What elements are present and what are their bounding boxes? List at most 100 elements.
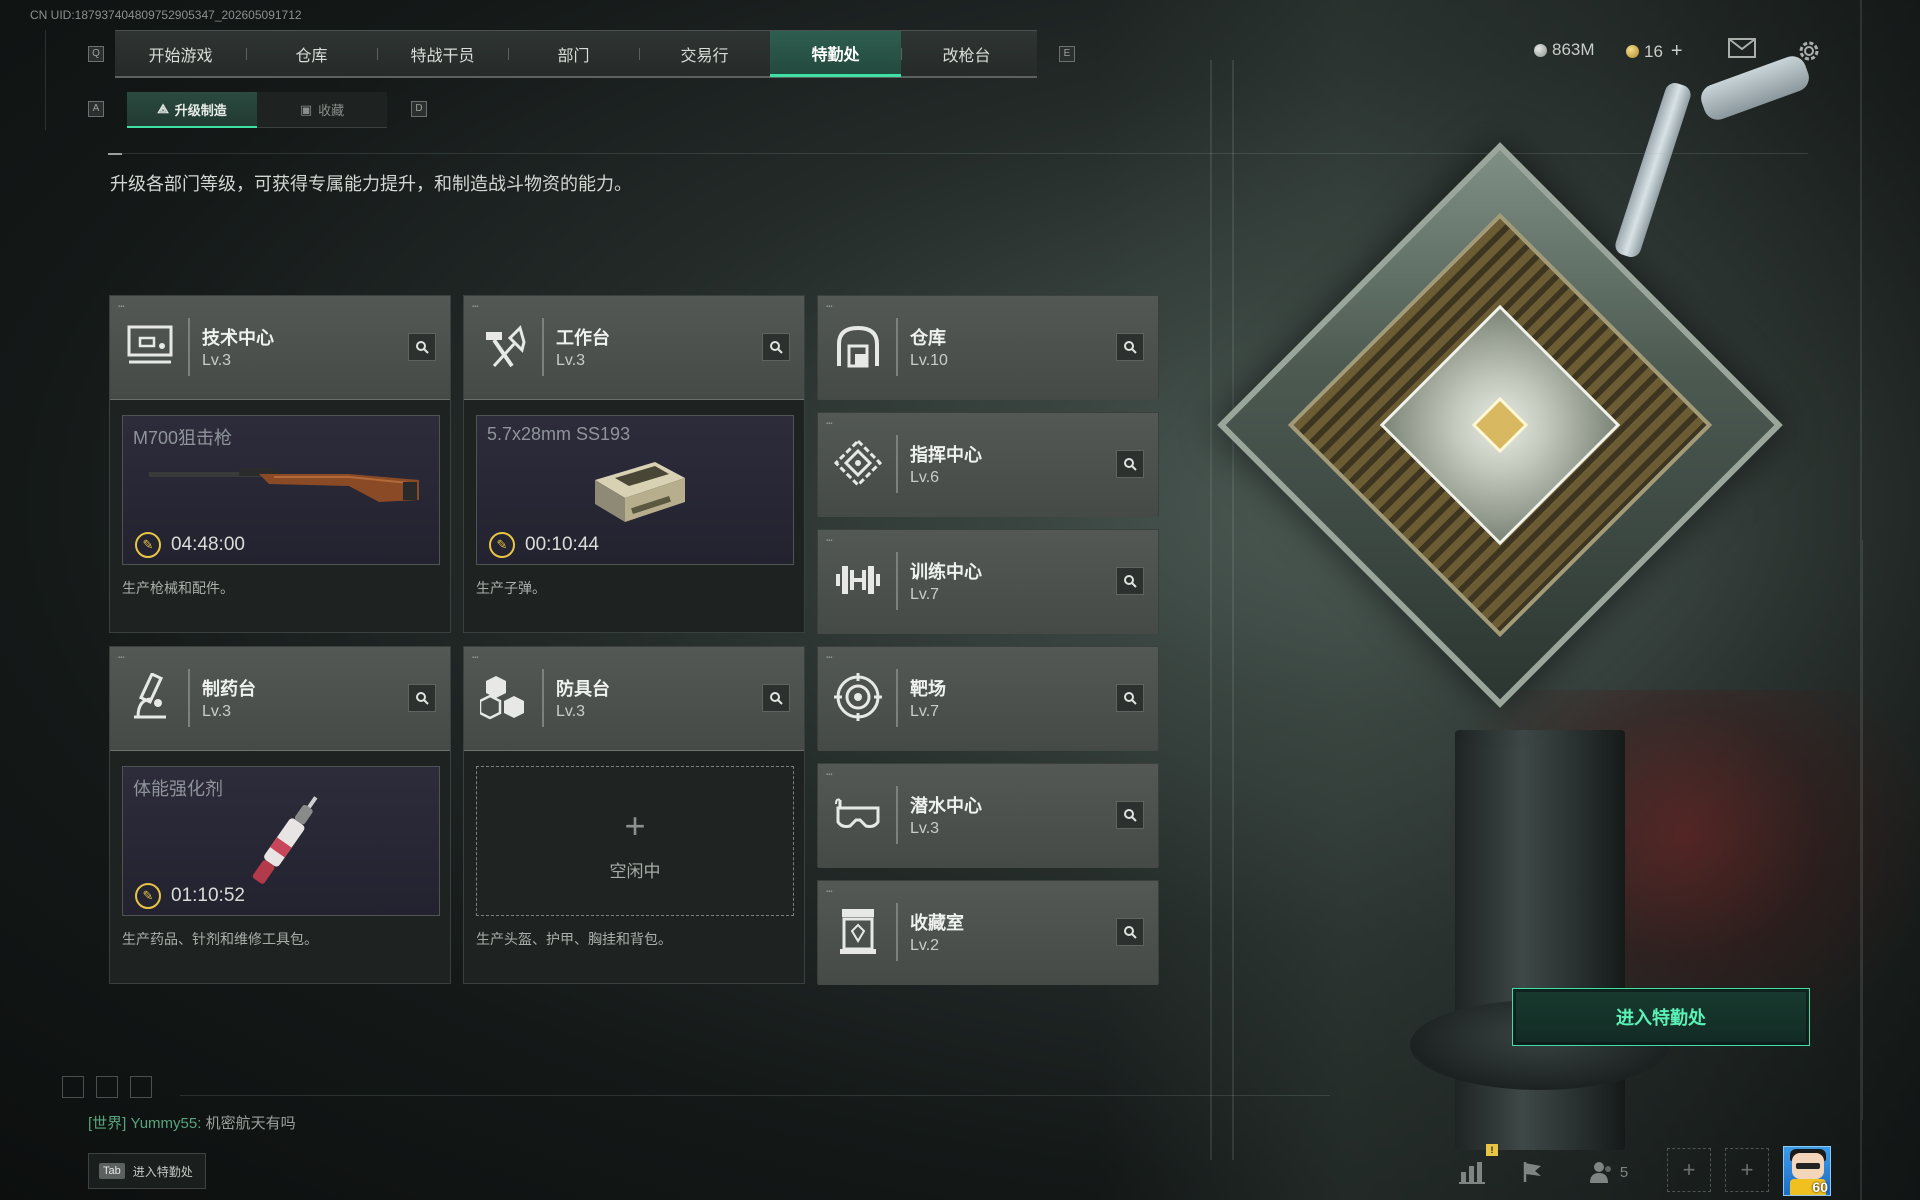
- dept-name: 靶场: [910, 679, 946, 699]
- enter-secret-service-button[interactable]: 进入特勤处: [1512, 988, 1810, 1046]
- dept-card-collection-room[interactable]: ▪▪▪ 收藏室 Lv.2: [817, 880, 1159, 985]
- subtab-upgrade-craft[interactable]: ⟁ 升级制造: [127, 92, 257, 128]
- product-name: 体能强化剂: [133, 779, 223, 799]
- card-corner-mark: ▪▪▪: [826, 304, 833, 310]
- dept-card-workbench[interactable]: ▪▪▪ 工作台 Lv.3 5.7x28mm SS193 ✎ 00:10:44 生…: [463, 295, 805, 633]
- add-teammate-plus-icon[interactable]: +: [1667, 1148, 1711, 1192]
- card-divider: [896, 903, 898, 961]
- card-divider: [896, 552, 898, 610]
- tech-center-icon: [122, 318, 178, 374]
- collection-icon: ▣: [299, 101, 313, 117]
- tab-trading[interactable]: 交易行: [639, 31, 770, 77]
- tab-hint-button[interactable]: Tab 进入特勤处: [88, 1153, 206, 1189]
- production-slot-idle[interactable]: + 空闲中: [476, 766, 794, 916]
- subtab-label: 升级制造: [174, 102, 227, 118]
- tab-operators[interactable]: 特战干员: [377, 31, 508, 77]
- dept-card-tech-center[interactable]: ▪▪▪ 技术中心 Lv.3 M700狙击枪 ✎ 04:48:00 生产枪械和配件…: [109, 295, 451, 633]
- subtab-collection[interactable]: ▣ 收藏: [257, 92, 387, 128]
- hud-line: [1862, 540, 1863, 1120]
- friends-icon: [1589, 1162, 1611, 1183]
- dept-card-header[interactable]: ▪▪▪ 防具台 Lv.3: [464, 647, 804, 751]
- dept-card-shooting-range[interactable]: ▪▪▪ 靶场 Lv.7: [817, 646, 1159, 751]
- card-corner-mark: ▪▪▪: [472, 655, 479, 661]
- tab-departments[interactable]: 部门: [508, 31, 639, 77]
- hud-line: [45, 30, 46, 130]
- stats-chart-icon[interactable]: [1452, 1152, 1492, 1192]
- tab-secret-service[interactable]: 特勤处: [770, 31, 901, 77]
- dumbbell-icon: [830, 552, 886, 608]
- chat-channel: [世界]: [88, 1115, 127, 1132]
- money-display[interactable]: 863M: [1534, 40, 1595, 60]
- tab-start-game[interactable]: 开始游戏: [115, 31, 246, 77]
- inspect-search-icon[interactable]: [408, 333, 436, 361]
- dept-card-header[interactable]: ▪▪▪ 技术中心 Lv.3: [110, 296, 450, 400]
- dept-card-header[interactable]: ▪▪▪ 潜水中心 Lv.3: [818, 764, 1158, 868]
- friends-button[interactable]: 5: [1584, 1152, 1634, 1192]
- card-corner-mark: ▪▪▪: [826, 772, 833, 778]
- tab-gunsmith[interactable]: 改枪台: [901, 31, 1032, 77]
- production-time: 01:10:52: [171, 885, 245, 906]
- tab-warehouse[interactable]: 仓库: [246, 31, 377, 77]
- inspect-search-icon[interactable]: [1116, 333, 1144, 361]
- inspect-search-icon[interactable]: [1116, 801, 1144, 829]
- card-corner-mark: ▪▪▪: [472, 304, 479, 310]
- subnav-next-key[interactable]: D: [411, 101, 427, 117]
- production-slot[interactable]: 5.7x28mm SS193 ✎ 00:10:44: [476, 415, 794, 565]
- hud-line: [108, 153, 1808, 154]
- inspect-search-icon[interactable]: [1116, 918, 1144, 946]
- card-corner-mark: ▪▪▪: [826, 538, 833, 544]
- settings-gear-icon[interactable]: [1794, 38, 1824, 62]
- dept-card-warehouse[interactable]: ▪▪▪ 仓库 Lv.10: [817, 295, 1159, 400]
- coin-display[interactable]: 16 +: [1626, 40, 1683, 63]
- dept-card-header[interactable]: ▪▪▪ 仓库 Lv.10: [818, 296, 1158, 400]
- inspect-search-icon[interactable]: [408, 684, 436, 712]
- hud-square-icon: [130, 1076, 152, 1098]
- nav-prev-key[interactable]: Q: [88, 46, 104, 62]
- dept-level: Lv.3: [556, 352, 586, 369]
- mail-icon[interactable]: [1727, 38, 1757, 62]
- dept-level: Lv.7: [910, 703, 940, 720]
- command-center-icon: [830, 435, 886, 491]
- dept-card-armor-bench[interactable]: ▪▪▪ 防具台 Lv.3 + 空闲中 生产头盔、护甲、胸挂和背包。: [463, 646, 805, 984]
- warehouse-icon: [830, 318, 886, 374]
- inspect-search-icon[interactable]: [1116, 567, 1144, 595]
- card-corner-mark: ▪▪▪: [118, 304, 125, 310]
- dept-card-header[interactable]: ▪▪▪ 收藏室 Lv.2: [818, 881, 1158, 985]
- product-name: 5.7x28mm SS193: [487, 424, 631, 444]
- player-avatar[interactable]: 60: [1783, 1146, 1831, 1196]
- production-slot[interactable]: 体能强化剂 ✎ 01:10:52: [122, 766, 440, 916]
- flag-icon[interactable]: [1513, 1152, 1553, 1192]
- workbench-icon: [476, 318, 532, 374]
- dept-card-diving-center[interactable]: ▪▪▪ 潜水中心 Lv.3: [817, 763, 1159, 868]
- inspect-search-icon[interactable]: [762, 333, 790, 361]
- dept-name: 潜水中心: [910, 796, 982, 816]
- subtab-label: 收藏: [318, 103, 345, 118]
- upgrade-icon: ⟁: [157, 101, 169, 116]
- dept-card-header[interactable]: ▪▪▪ 工作台 Lv.3: [464, 296, 804, 400]
- dept-card-training-center[interactable]: ▪▪▪ 训练中心 Lv.7: [817, 529, 1159, 634]
- timer-wrench-icon: ✎: [135, 883, 161, 909]
- dept-card-command-center[interactable]: ▪▪▪ 指挥中心 Lv.6: [817, 412, 1159, 517]
- add-teammate-plus-icon[interactable]: +: [1725, 1148, 1769, 1192]
- card-divider: [896, 786, 898, 844]
- chat-message[interactable]: [世界] Yummy55: 机密航天有吗: [88, 1112, 296, 1133]
- inspect-search-icon[interactable]: [762, 684, 790, 712]
- dept-card-header[interactable]: ▪▪▪ 指挥中心 Lv.6: [818, 413, 1158, 517]
- dept-card-pharmacy[interactable]: ▪▪▪ 制药台 Lv.3 体能强化剂 ✎ 01:10:52 生产药品、针剂和维修…: [109, 646, 451, 984]
- player-level: 60: [1812, 1179, 1828, 1195]
- inspect-search-icon[interactable]: [1116, 450, 1144, 478]
- nav-next-key[interactable]: E: [1059, 46, 1075, 62]
- user-uid: CN UID:1879374048097529053​47_2026050917…: [30, 8, 302, 22]
- card-divider: [542, 318, 544, 376]
- card-divider: [188, 318, 190, 376]
- card-corner-mark: ▪▪▪: [826, 421, 833, 427]
- dept-card-header[interactable]: ▪▪▪ 靶场 Lv.7: [818, 647, 1158, 751]
- inspect-search-icon[interactable]: [1116, 684, 1144, 712]
- subnav-prev-key[interactable]: A: [88, 101, 104, 117]
- dept-card-header[interactable]: ▪▪▪ 制药台 Lv.3: [110, 647, 450, 751]
- dept-card-header[interactable]: ▪▪▪ 训练中心 Lv.7: [818, 530, 1158, 634]
- add-coin-button[interactable]: +: [1671, 40, 1683, 63]
- production-slot[interactable]: M700狙击枪 ✎ 04:48:00: [122, 415, 440, 565]
- card-divider: [896, 435, 898, 493]
- diving-mask-icon: [830, 786, 886, 842]
